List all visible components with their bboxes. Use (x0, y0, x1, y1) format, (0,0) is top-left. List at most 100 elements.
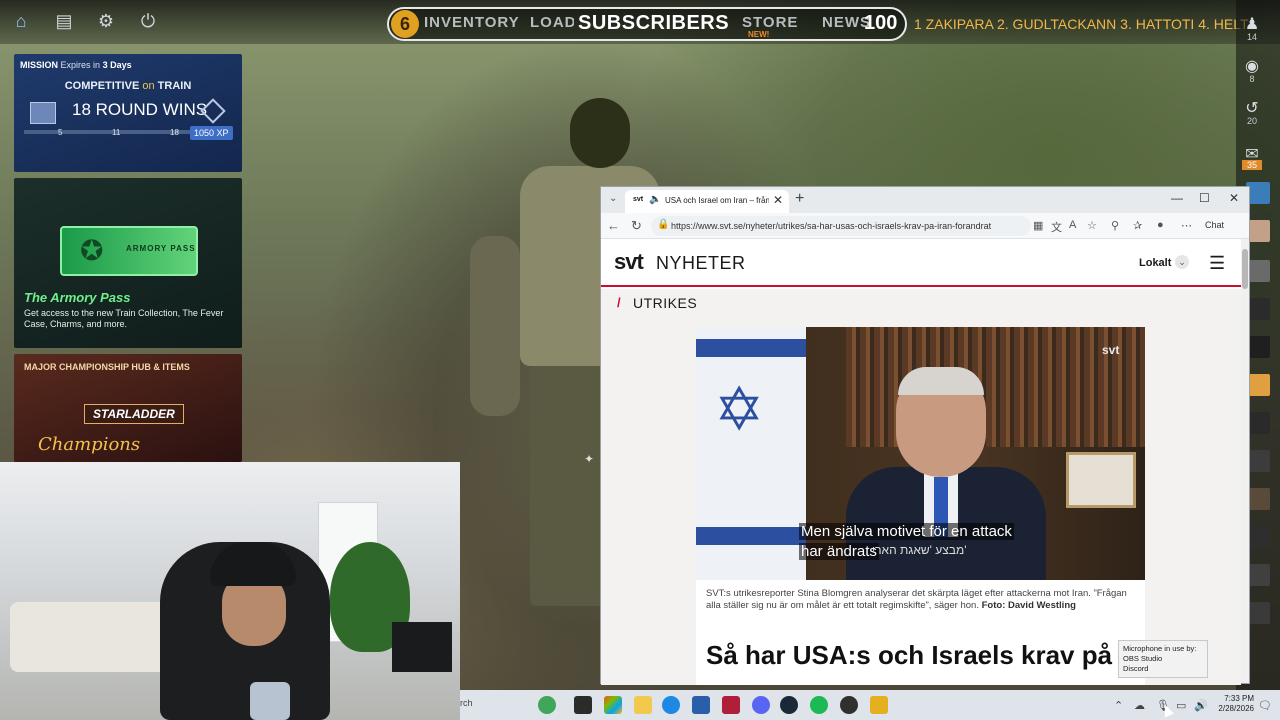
nav-store[interactable]: STORE (742, 14, 798, 31)
copilot-chat-button[interactable]: Chat (1205, 220, 1224, 230)
history-count: 20 (1246, 116, 1257, 126)
tooltip-title: Microphone in use by: (1123, 644, 1197, 653)
person-icon[interactable]: ♟ (1240, 14, 1264, 34)
mission-title: COMPETITIVE on TRAIN (14, 80, 242, 92)
nav-loadout[interactable]: LOADOUT (530, 14, 574, 31)
armory-badge-left: ARMORY (126, 244, 168, 253)
webcam-bottle (250, 682, 290, 720)
tab-favicon: svt (633, 196, 644, 203)
progress-tick: 18 (170, 128, 179, 137)
edge-icon[interactable] (662, 696, 680, 714)
scrollbar[interactable] (1241, 239, 1249, 683)
network-icon[interactable]: ▭ (1176, 699, 1186, 712)
chevron-down-icon[interactable]: ⌄ (1175, 255, 1189, 269)
tooltip-app-discord: Discord (1123, 664, 1149, 673)
tab-list-chevron-icon[interactable]: ⌄ (609, 193, 617, 204)
translate-icon[interactable]: 文 (1051, 219, 1062, 235)
star-icon: ✪ (80, 235, 104, 266)
volume-icon[interactable]: 🔊 (1194, 699, 1208, 712)
clock[interactable]: 7:33 PM 2/28/2026 (1214, 694, 1254, 714)
video-flag: ✡ (696, 327, 806, 580)
url-input[interactable]: 🔒 https://www.svt.se/nyheter/utrikes/sa-… (651, 216, 1031, 236)
copilot-icon[interactable] (604, 696, 622, 714)
url-text: https://www.svt.se/nyheter/utrikes/sa-ha… (671, 221, 992, 231)
champions-script: Champions (38, 434, 141, 455)
character-balaclava (570, 98, 630, 168)
history-icon[interactable]: ↺ (1240, 98, 1264, 118)
svt-logo[interactable]: svt (614, 249, 644, 275)
spotify-icon[interactable] (810, 696, 828, 714)
image-caption: SVT:s utrikesreporter Stina Blomgren ana… (696, 580, 1145, 632)
scrollbar-thumb[interactable] (1242, 249, 1248, 289)
video-subtitle-line2: har ändrats (799, 543, 879, 560)
maximize-icon[interactable]: ☐ (1199, 191, 1210, 205)
tab-actions-icon[interactable]: ▦ (1033, 219, 1043, 232)
video-photo-frame (1066, 452, 1136, 508)
webcam-monitor (392, 622, 452, 672)
gear-icon[interactable]: ⚙ (95, 10, 117, 32)
notification-icon[interactable]: 🗨 (1258, 699, 1272, 712)
minimize-icon[interactable]: — (1171, 191, 1183, 205)
store-icon[interactable] (692, 696, 710, 714)
lock-icon[interactable]: 🔒 (657, 219, 669, 230)
major-championship-card[interactable]: MAJOR CHAMPIONSHIP HUB & ITEMS STARLADDE… (14, 354, 242, 462)
cs2-icon[interactable] (870, 696, 888, 714)
clock-date: 2/28/2026 (1218, 704, 1254, 713)
browser-title-bar: ⌄ svt 🔈 USA och Israel om Iran – från ✕ … (601, 187, 1249, 213)
home-icon[interactable]: ⌂ (10, 10, 32, 32)
speaker-icon[interactable]: 🔈 (649, 194, 661, 205)
adobe-icon[interactable] (722, 696, 740, 714)
refresh-icon[interactable]: ↻ (631, 218, 642, 234)
task-view-icon[interactable] (574, 696, 592, 714)
mission-goal: 18 ROUND WINS (72, 100, 208, 119)
section-label[interactable]: UTRIKES (633, 295, 697, 311)
chevron-up-icon[interactable]: ⌃ (1114, 699, 1123, 712)
article-headline: Så har USA:s och Israels krav på (696, 632, 1145, 685)
mission-map: TRAIN (157, 80, 192, 92)
leaderboard-ticker: 1 ZAKIPARA 2. GUDLTACKANN 3. HATTOTI 4. … (914, 16, 1254, 32)
lokalt-button[interactable]: Lokalt (1139, 257, 1171, 269)
major-title: MAJOR CHAMPIONSHIP HUB & ITEMS (24, 362, 190, 372)
mission-card[interactable]: MISSION Expires in 3 Days COMPETITIVE on… (14, 54, 242, 172)
steam-icon[interactable] (780, 696, 798, 714)
section-slash-icon: / (617, 295, 621, 310)
power-icon[interactable]: ⏻ (137, 10, 159, 32)
speaker-hair (898, 367, 984, 395)
extensions-icon[interactable]: ⚲ (1111, 219, 1119, 232)
nav-inventory[interactable]: INVENTORY (424, 14, 520, 31)
read-aloud-icon[interactable]: A (1069, 219, 1076, 231)
tv-icon[interactable]: ▤ (53, 10, 75, 32)
close-tab-icon[interactable]: ✕ (773, 193, 783, 207)
new-tab-icon[interactable]: + (795, 190, 804, 208)
armory-pass-card[interactable]: ✪ ARMORY PASS The Armory Pass Get access… (14, 178, 242, 348)
widgets-icon[interactable] (538, 696, 556, 714)
video-subtitle-line1: Men själva motivet för en attack (799, 523, 1014, 540)
more-icon[interactable]: ⋯ (1181, 219, 1192, 232)
browser-tab[interactable]: svt 🔈 USA och Israel om Iran – från ✕ (625, 190, 789, 213)
chat-label: Chat (1205, 220, 1225, 230)
mission-on: on (142, 80, 155, 92)
file-explorer-icon[interactable] (634, 696, 652, 714)
favorites-icon[interactable]: ✰ (1133, 219, 1142, 232)
broadcast-icon[interactable]: ◉ (1240, 56, 1264, 76)
discord-icon[interactable] (752, 696, 770, 714)
svt-nyheter[interactable]: NYHETER (656, 253, 746, 274)
cloud-off-icon[interactable]: ☁ (1134, 699, 1145, 712)
article-content: ✡ svt Men själva motivet för en attack h… (601, 317, 1241, 685)
progress-tick: 5 (58, 128, 63, 137)
search-box[interactable]: rch (460, 698, 473, 708)
xp-badge: 1050 XP (190, 126, 233, 140)
favorite-star-icon[interactable]: ☆ (1087, 219, 1097, 232)
friends-count: 14 (1246, 32, 1257, 42)
mission-progress-bar (24, 130, 194, 134)
armory-pass-label: ARMORY PASS (126, 244, 196, 253)
subscribers-overlay: SUBSCRIBERS (578, 12, 730, 34)
article-video[interactable]: ✡ svt Men själva motivet för en attack h… (696, 327, 1145, 580)
close-window-icon[interactable]: ✕ (1229, 191, 1239, 205)
back-icon[interactable]: ← (607, 218, 620, 233)
obs-icon[interactable] (840, 696, 858, 714)
microphone-tooltip: Microphone in use by: OBS Studio Discord (1118, 640, 1208, 678)
menu-icon[interactable]: ☰ (1209, 253, 1225, 274)
profile-icon[interactable]: ● (1157, 219, 1164, 231)
flag-stripe (696, 527, 806, 545)
